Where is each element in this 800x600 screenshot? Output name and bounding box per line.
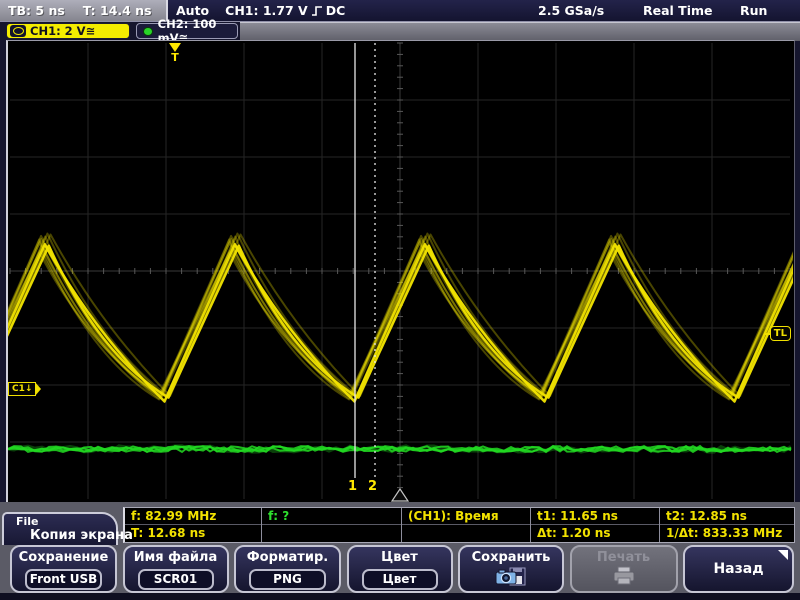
cursor2-label[interactable]: 2 <box>368 479 377 494</box>
sample-rate: 2.5 GSa/s <box>538 0 604 21</box>
oscilloscope-screen: TB: 5 ns T: 14.4 ns Auto CH1: 1.77 V DC … <box>0 0 800 600</box>
waveform-display: T C1↓ TL 1 2 <box>6 40 795 504</box>
measurement-cell-t1: t1: 11.65 ns Δt: 1.20 ns <box>531 508 660 542</box>
ch2-empty-value <box>262 525 401 542</box>
save-destination-button[interactable]: Сохранение Front USB <box>10 545 117 593</box>
channel1-waveform-icon <box>10 25 26 37</box>
menu-root-label: File <box>16 515 39 528</box>
measurement-cell-ch2-frequency: f: ? <box>262 508 402 542</box>
run-state: Run <box>740 0 767 21</box>
print-button[interactable]: Печать <box>570 545 678 593</box>
format-button[interactable]: Форматир. PNG <box>234 545 341 593</box>
file-name-button[interactable]: Имя файла SCR01 <box>123 545 229 593</box>
measurement-cell-frequency: f: 82.99 MHz T: 12.68 ns <box>125 508 262 542</box>
ch1-period-value: T: 12.68 ns <box>125 525 261 542</box>
format-label: Форматир. <box>236 550 339 565</box>
trigger-settings: CH1: 1.77 V DC <box>225 3 345 18</box>
trigger-marker-label: T <box>166 52 184 64</box>
softkey-menu: Сохранение Front USB Имя файла SCR01 Фор… <box>10 545 794 593</box>
camera-save-icon <box>460 566 562 592</box>
channel1-label: CH1: 2 V≅ <box>30 24 95 38</box>
menu-page-title: Копия экрана <box>30 528 133 543</box>
acquisition-mode: Real Time <box>643 0 713 21</box>
cursor-type-label: (CH1): Время <box>402 508 530 525</box>
back-button[interactable]: Назад <box>683 545 794 593</box>
channel2-dot-icon <box>143 27 153 36</box>
printer-icon <box>572 566 676 590</box>
color-label: Цвет <box>349 550 451 565</box>
trigger-mode: Auto <box>176 3 209 18</box>
cursor-t2-value: t2: 12.85 ns <box>660 508 794 525</box>
save-destination-value: Front USB <box>25 569 102 590</box>
save-screenshot-button[interactable]: Сохранить <box>458 545 564 593</box>
rising-edge-icon <box>311 4 323 17</box>
measurement-cell-cursor-type: (CH1): Время <box>402 508 531 542</box>
print-label: Печать <box>572 550 676 565</box>
bottom-strip <box>0 593 800 600</box>
cursor-delta-t-value: Δt: 1.20 ns <box>531 525 659 542</box>
timebase-section: TB: 5 ns T: 14.4 ns <box>0 0 168 21</box>
format-value: PNG <box>249 569 326 590</box>
ch2-frequency-value: f: ? <box>262 508 401 525</box>
color-value: Цвет <box>362 569 438 590</box>
cursor-type-empty <box>402 525 530 542</box>
file-name-value: SCR01 <box>138 569 214 590</box>
waveform-canvas <box>8 41 793 503</box>
cursor-inverse-delta-t-value: 1/Δt: 833.33 MHz <box>660 525 794 542</box>
save-screenshot-label: Сохранить <box>460 550 562 565</box>
toolbar-spacer <box>240 22 800 41</box>
trigger-source-level: CH1: 1.77 V <box>225 3 308 18</box>
menu-path-tab: File Копия экрана <box>2 512 118 545</box>
measurement-cell-t2: t2: 12.85 ns 1/Δt: 833.33 MHz <box>660 508 794 542</box>
channel1-badge[interactable]: CH1: 2 V≅ <box>6 23 130 39</box>
channel2-badge[interactable]: CH2: 100 mV≅ <box>136 23 238 39</box>
save-destination-label: Сохранение <box>12 550 115 565</box>
measurement-bar: f: 82.99 MHz T: 12.68 ns f: ? (CH1): Вре… <box>123 507 795 543</box>
back-corner-icon <box>778 550 788 560</box>
cursor-t1-value: t1: 11.65 ns <box>531 508 659 525</box>
back-label: Назад <box>685 561 792 577</box>
color-button[interactable]: Цвет Цвет <box>347 545 453 593</box>
trigger-coupling: DC <box>326 3 346 18</box>
channel1-level-marker[interactable]: C1↓ <box>8 382 36 396</box>
trigger-level-marker[interactable]: TL <box>770 326 791 341</box>
ch1-frequency-value: f: 82.99 MHz <box>125 508 261 525</box>
timebase-value: TB: 5 ns <box>8 3 65 18</box>
trigger-time-value: T: 14.4 ns <box>83 3 152 18</box>
cursor1-label[interactable]: 1 <box>348 479 357 494</box>
file-name-label: Имя файла <box>125 550 227 565</box>
trigger-position-marker[interactable]: T <box>166 43 184 64</box>
status-bar: TB: 5 ns T: 14.4 ns Auto CH1: 1.77 V DC … <box>0 0 800 22</box>
